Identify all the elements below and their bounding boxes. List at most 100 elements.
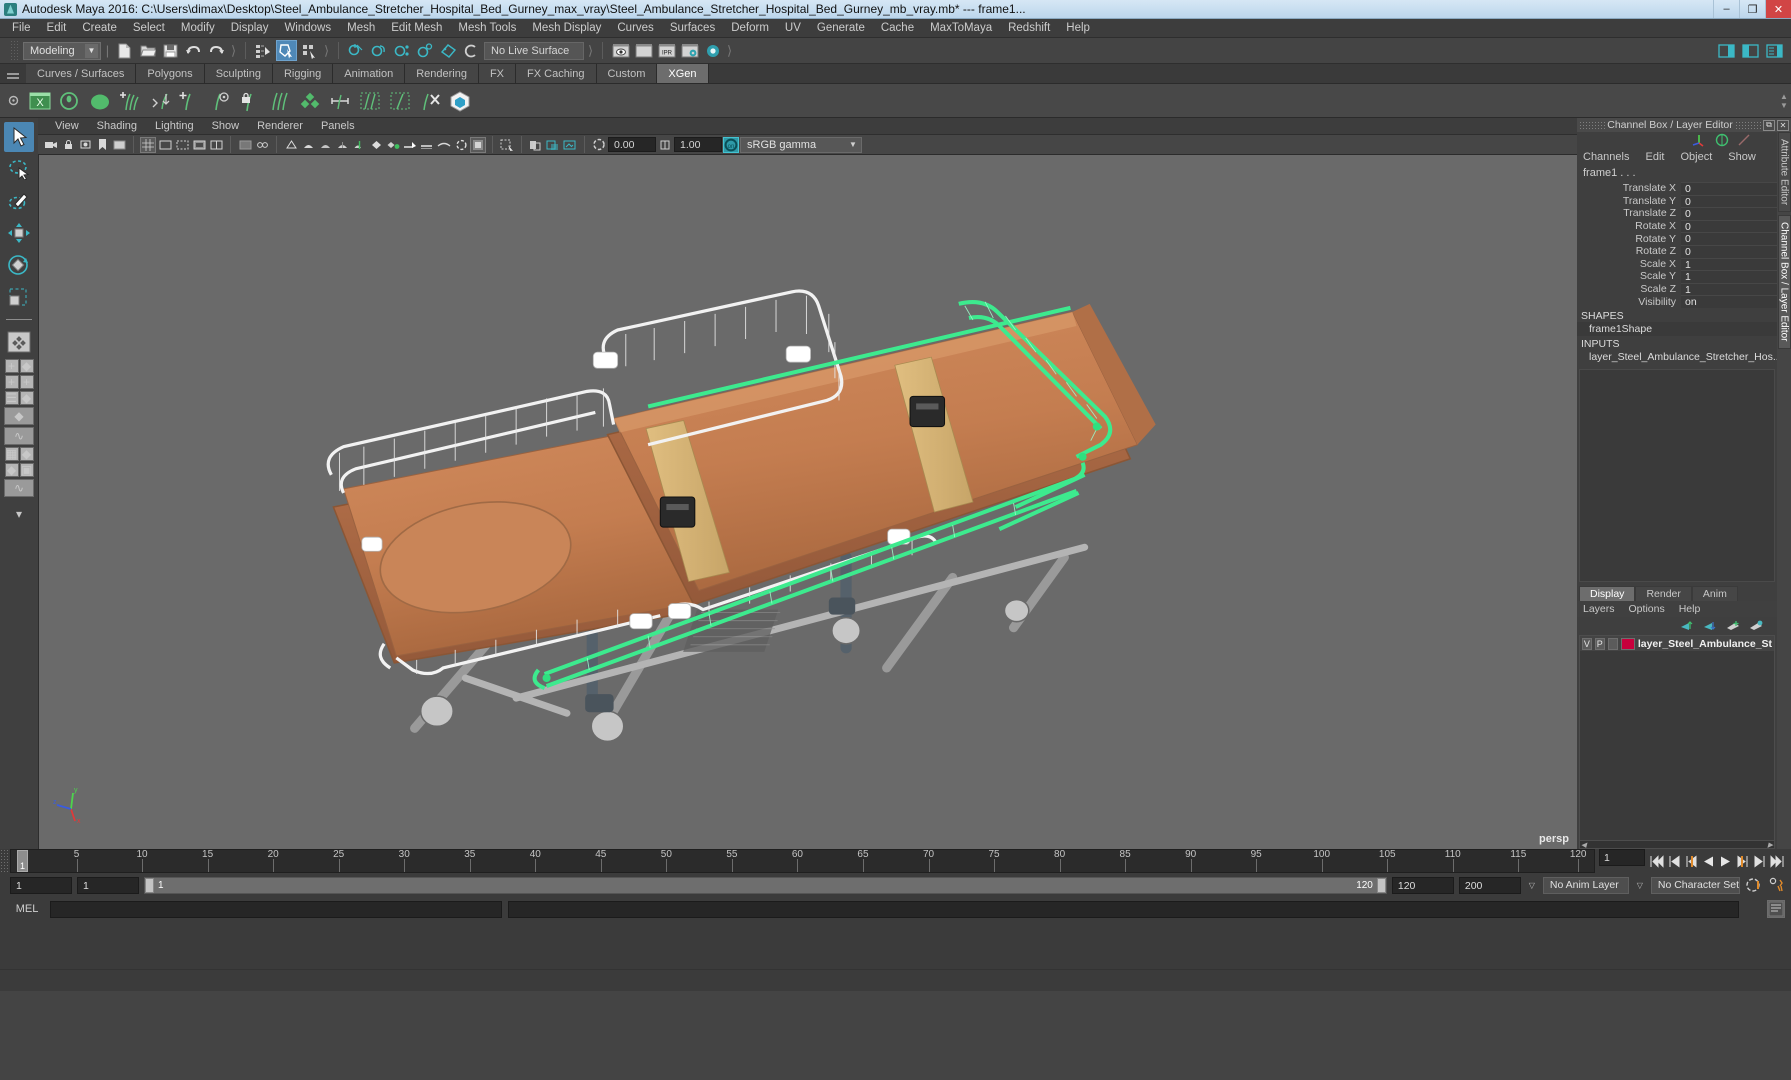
render-settings-icon[interactable] bbox=[679, 40, 700, 61]
xray-icon[interactable] bbox=[237, 137, 253, 153]
menu-file[interactable]: File bbox=[4, 19, 39, 38]
xgen-density-brush-icon[interactable] bbox=[176, 87, 204, 115]
viewport-menu-lighting[interactable]: Lighting bbox=[146, 118, 203, 135]
menu-edit[interactable]: Edit bbox=[39, 19, 75, 38]
current-frame-field[interactable]: 1 bbox=[1599, 849, 1645, 866]
shelf-tab-grip[interactable] bbox=[0, 64, 26, 83]
minimize-button[interactable]: – bbox=[1713, 0, 1739, 18]
anim-layer-selector[interactable]: No Anim Layer bbox=[1543, 877, 1629, 894]
shelf-tab-animation[interactable]: Animation bbox=[333, 64, 405, 83]
snap-to-point-icon[interactable] bbox=[392, 40, 413, 61]
layer-menu-options[interactable]: Options bbox=[1629, 603, 1665, 615]
range-slider-bar[interactable]: 1 120 bbox=[144, 877, 1387, 894]
layout-hypershade-persp-layout[interactable]: ▦ ◆ bbox=[5, 447, 34, 461]
viewport-menu-view[interactable]: View bbox=[46, 118, 88, 135]
menu-edit-mesh[interactable]: Edit Mesh bbox=[383, 19, 450, 38]
step-back-frame-icon[interactable] bbox=[1668, 855, 1681, 868]
menu-help[interactable]: Help bbox=[1058, 19, 1098, 38]
rotate-tool[interactable] bbox=[4, 250, 34, 280]
menu-surfaces[interactable]: Surfaces bbox=[662, 19, 723, 38]
film-origin-icon[interactable] bbox=[208, 137, 224, 153]
play-backwards-icon[interactable] bbox=[1702, 855, 1715, 868]
channelbox-menu-channels[interactable]: Channels bbox=[1583, 151, 1629, 163]
animation-end-time-field[interactable]: 200 bbox=[1459, 877, 1521, 894]
scale-tool[interactable] bbox=[4, 282, 34, 312]
anim-layer-dropdown-arrow-icon[interactable]: ▽ bbox=[1526, 881, 1538, 890]
attr-row-visibility[interactable]: Visibility on bbox=[1577, 295, 1777, 308]
create-new-layer-icon[interactable] bbox=[1726, 620, 1740, 631]
snap-to-projected-center-icon[interactable] bbox=[415, 40, 436, 61]
xgen-cache-icon[interactable] bbox=[446, 87, 474, 115]
shelf-tab-xgen[interactable]: XGen bbox=[657, 64, 708, 83]
isolate-select-icon[interactable] bbox=[499, 137, 515, 153]
step-forward-frame-icon[interactable] bbox=[1753, 855, 1766, 868]
channelbox-menu-edit[interactable]: Edit bbox=[1645, 151, 1664, 163]
menu-set-selector[interactable]: Modeling ▼ bbox=[23, 42, 101, 60]
ipr-render-icon[interactable]: IPR bbox=[656, 40, 677, 61]
xgen-add-guide-icon[interactable] bbox=[116, 87, 144, 115]
layout-graph-editor-icon[interactable]: ∿ bbox=[4, 427, 34, 445]
time-slider-grip[interactable] bbox=[0, 849, 10, 873]
shadows-icon[interactable] bbox=[402, 137, 418, 153]
menu-maxtomaya[interactable]: MaxToMaya bbox=[922, 19, 1000, 38]
menu-mesh-tools[interactable]: Mesh Tools bbox=[450, 19, 524, 38]
shelf-tab-polygons[interactable]: Polygons bbox=[136, 64, 204, 83]
exposure-icon[interactable] bbox=[591, 137, 607, 153]
undock-panel-icon[interactable]: ⧉ bbox=[1763, 120, 1775, 131]
attr-value[interactable]: 0 bbox=[1681, 182, 1777, 195]
frame-selection-icon[interactable] bbox=[545, 137, 561, 153]
channelbox-menu-show[interactable]: Show bbox=[1728, 151, 1756, 163]
menu-mesh[interactable]: Mesh bbox=[339, 19, 383, 38]
layer-list-horizontal-scrollbar[interactable]: ◀ ▶ bbox=[1580, 840, 1774, 848]
layout-persp-outliner-layout[interactable]: ☰ ◆ bbox=[5, 391, 34, 405]
step-forward-key-icon[interactable] bbox=[1736, 855, 1749, 868]
exposure-field[interactable]: 0.00 bbox=[608, 137, 656, 152]
snap-to-curve-icon[interactable] bbox=[369, 40, 390, 61]
new-scene-icon[interactable] bbox=[114, 40, 135, 61]
attr-row-translate-z[interactable]: Translate Z 0 bbox=[1577, 207, 1777, 220]
camera-attributes-icon[interactable] bbox=[77, 137, 93, 153]
layer-playback-toggle[interactable]: P bbox=[1595, 638, 1605, 650]
statusline-grip[interactable] bbox=[10, 40, 18, 62]
current-time-indicator[interactable]: 1 bbox=[17, 850, 28, 872]
time-slider[interactable]: 1 5 10 15 20 25 30 35 40 45 50 55 60 65 … bbox=[10, 849, 1595, 873]
gate-mask-icon[interactable] bbox=[191, 137, 207, 153]
snap-to-grid-icon[interactable] bbox=[346, 40, 367, 61]
attr-value[interactable]: on bbox=[1681, 295, 1777, 308]
shelf-tab-rendering[interactable]: Rendering bbox=[405, 64, 479, 83]
select-by-object-icon[interactable] bbox=[276, 40, 297, 61]
attr-row-rotate-y[interactable]: Rotate Y 0 bbox=[1577, 232, 1777, 245]
hypershade-icon[interactable] bbox=[702, 40, 723, 61]
attr-row-scale-y[interactable]: Scale Y 1 bbox=[1577, 270, 1777, 283]
xgen-region-mask-icon[interactable] bbox=[206, 87, 234, 115]
range-start-handle[interactable] bbox=[145, 878, 154, 893]
vtab-attribute-editor[interactable]: Attribute Editor bbox=[1778, 132, 1791, 212]
scroll-left-arrow-icon[interactable]: ◀ bbox=[1581, 841, 1586, 849]
shelf-tab-sculpting[interactable]: Sculpting bbox=[205, 64, 273, 83]
layer-menu-help[interactable]: Help bbox=[1679, 603, 1701, 615]
layer-row[interactable]: V P layer_Steel_Ambulance_Stretc bbox=[1580, 636, 1774, 652]
menu-deform[interactable]: Deform bbox=[723, 19, 777, 38]
shelf-tab-curves-surfaces[interactable]: Curves / Surfaces bbox=[26, 64, 136, 83]
image-plane-icon[interactable] bbox=[111, 137, 127, 153]
menu-windows[interactable]: Windows bbox=[276, 19, 339, 38]
attr-value[interactable]: 0 bbox=[1681, 220, 1777, 233]
menu-modify[interactable]: Modify bbox=[173, 19, 223, 38]
motion-blur-icon[interactable] bbox=[436, 137, 452, 153]
lasso-select-tool[interactable] bbox=[4, 154, 34, 184]
attr-value[interactable]: 1 bbox=[1681, 283, 1777, 296]
shapes-item[interactable]: frame1Shape bbox=[1577, 322, 1777, 336]
menu-generate[interactable]: Generate bbox=[809, 19, 873, 38]
layout-persp-graph-layout[interactable]: ◆ ▣ bbox=[5, 463, 34, 477]
undo-icon[interactable] bbox=[183, 40, 204, 61]
grid-toggle-icon[interactable] bbox=[140, 137, 156, 153]
go-to-start-icon[interactable] bbox=[1649, 855, 1664, 868]
move-layer-up-icon[interactable] bbox=[1680, 620, 1694, 631]
display-layer-list[interactable]: V P layer_Steel_Ambulance_Stretc ◀ ▶ bbox=[1579, 635, 1775, 849]
viewport-menu-renderer[interactable]: Renderer bbox=[248, 118, 312, 135]
color-profile-selector[interactable]: sRGB gamma ▼ bbox=[740, 137, 862, 153]
menu-curves[interactable]: Curves bbox=[609, 19, 661, 38]
select-camera-icon[interactable] bbox=[43, 137, 59, 153]
menu-redshift[interactable]: Redshift bbox=[1000, 19, 1058, 38]
show-hide-tool-settings-icon[interactable] bbox=[1740, 40, 1761, 61]
